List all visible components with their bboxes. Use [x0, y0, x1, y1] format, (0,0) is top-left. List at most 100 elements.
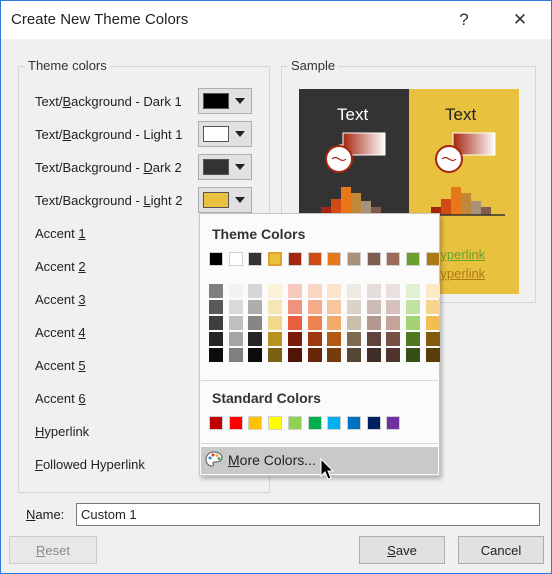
- shade-color-swatch[interactable]: [406, 316, 420, 330]
- shade-color-swatch[interactable]: [248, 284, 263, 298]
- save-button[interactable]: Save: [359, 536, 445, 564]
- reset-button[interactable]: Reset: [9, 536, 97, 564]
- close-button[interactable]: ✕: [497, 1, 543, 39]
- shade-color-swatch[interactable]: [287, 348, 302, 362]
- name-input[interactable]: [76, 503, 540, 526]
- shade-color-swatch[interactable]: [228, 348, 243, 362]
- shade-color-swatch[interactable]: [327, 348, 342, 362]
- shade-color-swatch[interactable]: [287, 284, 302, 298]
- shade-color-swatch[interactable]: [425, 316, 440, 330]
- theme-color-swatch[interactable]: [346, 252, 361, 266]
- standard-color-swatch[interactable]: [287, 416, 302, 430]
- shade-color-swatch[interactable]: [307, 348, 322, 362]
- shade-color-swatch[interactable]: [209, 348, 223, 362]
- shade-color-swatch[interactable]: [366, 332, 381, 346]
- theme-color-swatch[interactable]: [287, 252, 302, 266]
- shade-color-swatch[interactable]: [346, 300, 361, 314]
- shade-color-swatch[interactable]: [268, 284, 283, 298]
- shade-color-swatch[interactable]: [307, 300, 322, 314]
- color-swatch: [203, 93, 229, 109]
- shade-color-swatch[interactable]: [346, 316, 361, 330]
- shade-color-swatch[interactable]: [386, 300, 401, 314]
- theme-color-swatch[interactable]: [327, 252, 342, 266]
- shade-color-swatch[interactable]: [307, 332, 322, 346]
- shade-color-swatch[interactable]: [425, 332, 440, 346]
- shade-color-swatch[interactable]: [386, 332, 401, 346]
- standard-color-swatch[interactable]: [209, 416, 223, 430]
- standard-color-swatch[interactable]: [307, 416, 322, 430]
- shade-color-swatch[interactable]: [366, 284, 381, 298]
- shade-color-swatch[interactable]: [287, 332, 302, 346]
- theme-color-swatch[interactable]: [425, 252, 440, 266]
- shade-color-swatch[interactable]: [209, 316, 223, 330]
- color-picker-button[interactable]: [198, 154, 252, 180]
- theme-colors-heading: Theme Colors: [212, 226, 306, 242]
- theme-row-label: Accent 5: [35, 358, 86, 373]
- shade-color-swatch[interactable]: [386, 284, 401, 298]
- theme-colors-group-title: Theme colors: [25, 58, 110, 73]
- shade-color-swatch[interactable]: [209, 284, 223, 298]
- shade-color-swatch[interactable]: [327, 332, 342, 346]
- standard-color-swatch[interactable]: [346, 416, 361, 430]
- shade-color-swatch[interactable]: [248, 316, 263, 330]
- shade-color-swatch[interactable]: [366, 348, 381, 362]
- shade-color-swatch[interactable]: [346, 332, 361, 346]
- shade-color-swatch[interactable]: [425, 284, 440, 298]
- shade-color-swatch[interactable]: [327, 316, 342, 330]
- create-theme-colors-dialog: Create New Theme Colors ? ✕ Theme colors…: [0, 0, 552, 574]
- theme-color-swatch[interactable]: [366, 252, 381, 266]
- shade-color-swatch[interactable]: [425, 348, 440, 362]
- theme-color-swatch[interactable]: [386, 252, 401, 266]
- standard-color-swatch[interactable]: [386, 416, 401, 430]
- shade-color-swatch[interactable]: [248, 332, 263, 346]
- theme-color-swatch[interactable]: [209, 252, 223, 266]
- shade-color-swatch[interactable]: [386, 348, 401, 362]
- shade-color-swatch[interactable]: [366, 316, 381, 330]
- shade-color-swatch[interactable]: [268, 348, 283, 362]
- color-picker-button[interactable]: [198, 88, 252, 114]
- shade-color-swatch[interactable]: [307, 316, 322, 330]
- color-picker-button[interactable]: [198, 187, 252, 213]
- theme-row-label: Text/Background - Light 1: [35, 127, 183, 142]
- shade-color-swatch[interactable]: [228, 284, 243, 298]
- standard-color-swatch[interactable]: [366, 416, 381, 430]
- standard-color-swatch[interactable]: [228, 416, 243, 430]
- color-swatch: [203, 126, 229, 142]
- title-bar: Create New Theme Colors ? ✕: [1, 1, 551, 39]
- shade-color-swatch[interactable]: [228, 300, 243, 314]
- standard-color-swatch[interactable]: [248, 416, 263, 430]
- shade-color-swatch[interactable]: [209, 300, 223, 314]
- shade-color-swatch[interactable]: [366, 300, 381, 314]
- theme-color-swatch[interactable]: [267, 251, 284, 267]
- shade-color-swatch[interactable]: [209, 332, 223, 346]
- shade-color-swatch[interactable]: [287, 300, 302, 314]
- shade-color-swatch[interactable]: [268, 332, 283, 346]
- shade-color-swatch[interactable]: [406, 332, 420, 346]
- shade-color-swatch[interactable]: [268, 316, 283, 330]
- shade-color-swatch[interactable]: [268, 300, 283, 314]
- shade-color-swatch[interactable]: [287, 316, 302, 330]
- theme-color-swatch[interactable]: [406, 252, 420, 266]
- help-button[interactable]: ?: [441, 1, 487, 39]
- shade-color-swatch[interactable]: [425, 300, 440, 314]
- standard-color-swatch[interactable]: [268, 416, 283, 430]
- shade-color-swatch[interactable]: [346, 348, 361, 362]
- shade-color-swatch[interactable]: [327, 284, 342, 298]
- theme-color-swatch[interactable]: [307, 252, 322, 266]
- theme-color-swatch[interactable]: [228, 252, 243, 266]
- shade-color-swatch[interactable]: [248, 348, 263, 362]
- shade-color-swatch[interactable]: [228, 316, 243, 330]
- shade-color-swatch[interactable]: [248, 300, 263, 314]
- shade-color-swatch[interactable]: [406, 300, 420, 314]
- color-picker-button[interactable]: [198, 121, 252, 147]
- theme-color-swatch[interactable]: [248, 252, 263, 266]
- shade-color-swatch[interactable]: [386, 316, 401, 330]
- standard-color-swatch[interactable]: [327, 416, 342, 430]
- shade-color-swatch[interactable]: [327, 300, 342, 314]
- shade-color-swatch[interactable]: [406, 348, 420, 362]
- shade-color-swatch[interactable]: [346, 284, 361, 298]
- shade-color-swatch[interactable]: [406, 284, 420, 298]
- shade-color-swatch[interactable]: [307, 284, 322, 298]
- cancel-button[interactable]: Cancel: [458, 536, 544, 564]
- shade-color-swatch[interactable]: [228, 332, 243, 346]
